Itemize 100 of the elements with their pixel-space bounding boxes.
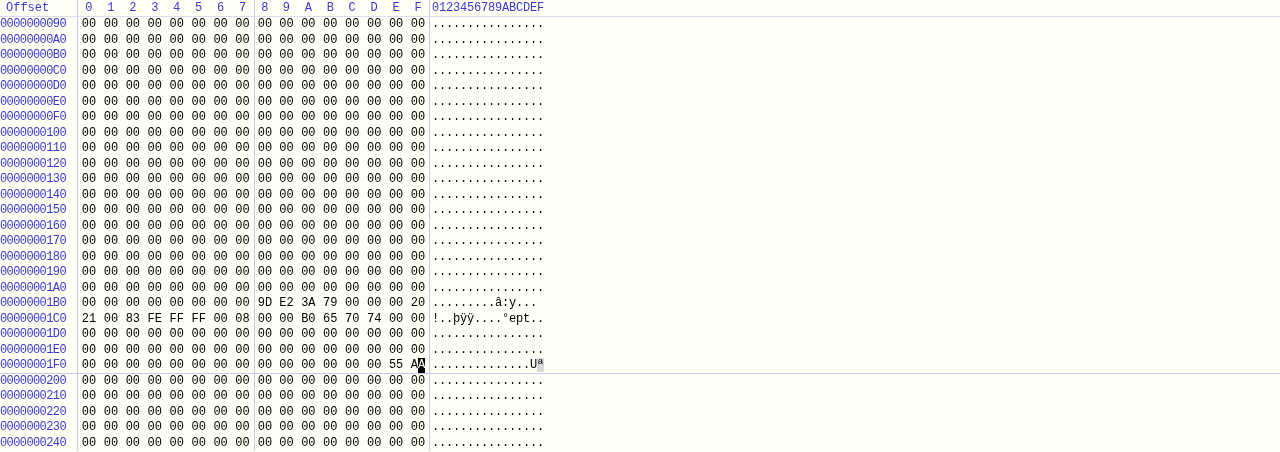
byte-cell[interactable]: 00	[99, 389, 122, 405]
byte-cell[interactable]: 00	[253, 435, 276, 451]
byte-cell[interactable]: 00	[78, 404, 100, 420]
byte-cell[interactable]: 00	[319, 32, 342, 48]
byte-cell[interactable]: 00	[143, 172, 166, 188]
byte-cell[interactable]: 00	[275, 32, 298, 48]
byte-cell[interactable]: 00	[319, 234, 342, 250]
byte-cell[interactable]: 00	[341, 79, 364, 95]
byte-cell[interactable]: 00	[143, 404, 166, 420]
byte-cell[interactable]: 00	[187, 327, 210, 343]
byte-cell[interactable]: E2	[275, 296, 298, 312]
byte-cell[interactable]: 00	[121, 249, 144, 265]
byte-cell[interactable]: 00	[363, 342, 386, 358]
byte-cell[interactable]: 00	[407, 280, 429, 296]
byte-cell[interactable]: 00	[143, 358, 166, 373]
byte-cell[interactable]: 00	[78, 234, 100, 250]
byte-cell[interactable]: 9D	[253, 296, 276, 312]
byte-cell[interactable]: 00	[187, 141, 210, 157]
byte-cell[interactable]: 00	[143, 327, 166, 343]
byte-cell[interactable]: 00	[385, 218, 408, 234]
byte-cell[interactable]: 00	[275, 265, 298, 281]
byte-cell[interactable]: 00	[341, 94, 364, 110]
byte-cell[interactable]: 00	[407, 17, 429, 33]
byte-cell[interactable]: 00	[341, 234, 364, 250]
byte-cell[interactable]: 00	[363, 187, 386, 203]
byte-cell[interactable]: 00	[253, 218, 276, 234]
byte-cell[interactable]: 00	[407, 63, 429, 79]
byte-cell[interactable]: 00	[253, 358, 276, 373]
byte-cell[interactable]: 00	[363, 435, 386, 451]
byte-cell[interactable]: 00	[165, 156, 188, 172]
byte-cell[interactable]: 00	[297, 203, 320, 219]
byte-cell[interactable]: 00	[385, 404, 408, 420]
byte-cell[interactable]: 00	[143, 296, 166, 312]
byte-cell[interactable]: 00	[187, 94, 210, 110]
byte-cell[interactable]: 00	[363, 110, 386, 126]
byte-cell[interactable]: 00	[165, 63, 188, 79]
byte-cell[interactable]: 00	[407, 32, 429, 48]
byte-cell[interactable]: 00	[99, 373, 122, 389]
byte-cell[interactable]: 00	[209, 234, 232, 250]
byte-cell[interactable]: 00	[297, 265, 320, 281]
byte-cell[interactable]: 00	[385, 187, 408, 203]
byte-cell[interactable]: 00	[275, 172, 298, 188]
byte-cell[interactable]: 00	[165, 125, 188, 141]
byte-cell[interactable]: 00	[363, 389, 386, 405]
byte-cell[interactable]: 00	[165, 94, 188, 110]
byte-cell[interactable]: 00	[78, 420, 100, 436]
byte-cell[interactable]: 00	[99, 327, 122, 343]
byte-cell[interactable]: 00	[275, 280, 298, 296]
byte-cell[interactable]: 00	[275, 203, 298, 219]
byte-cell[interactable]: 00	[319, 17, 342, 33]
byte-cell[interactable]: 00	[319, 435, 342, 451]
byte-cell[interactable]: 00	[297, 358, 320, 373]
byte-cell[interactable]: 00	[231, 17, 254, 33]
byte-cell[interactable]: 00	[209, 249, 232, 265]
byte-cell[interactable]: 00	[297, 373, 320, 389]
byte-cell[interactable]: 00	[275, 187, 298, 203]
byte-cell[interactable]: 00	[385, 280, 408, 296]
byte-cell[interactable]: 00	[385, 125, 408, 141]
byte-cell[interactable]: 00	[341, 342, 364, 358]
byte-cell[interactable]: 00	[231, 203, 254, 219]
byte-cell[interactable]: 00	[385, 79, 408, 95]
byte-cell[interactable]: 00	[99, 79, 122, 95]
byte-cell[interactable]: 70	[341, 311, 364, 327]
byte-cell[interactable]: 00	[209, 435, 232, 451]
byte-cell[interactable]: 00	[231, 249, 254, 265]
byte-cell[interactable]: 00	[187, 110, 210, 126]
byte-cell[interactable]: 00	[165, 327, 188, 343]
byte-cell[interactable]: 00	[341, 125, 364, 141]
byte-cell[interactable]: 00	[253, 63, 276, 79]
byte-cell[interactable]: 00	[165, 358, 188, 373]
byte-cell[interactable]: 00	[253, 373, 276, 389]
byte-cell[interactable]: 00	[297, 435, 320, 451]
byte-cell[interactable]: 08	[231, 311, 254, 327]
byte-cell[interactable]: 00	[231, 280, 254, 296]
byte-cell[interactable]: 00	[165, 280, 188, 296]
byte-cell[interactable]: 00	[231, 296, 254, 312]
byte-cell[interactable]: 00	[231, 404, 254, 420]
byte-cell[interactable]: 00	[275, 327, 298, 343]
byte-cell[interactable]: 00	[209, 280, 232, 296]
byte-cell[interactable]: FE	[143, 311, 166, 327]
byte-cell[interactable]: 00	[99, 63, 122, 79]
byte-cell[interactable]: 00	[121, 389, 144, 405]
byte-cell[interactable]: 00	[99, 172, 122, 188]
byte-cell[interactable]: 00	[121, 218, 144, 234]
byte-cell[interactable]: 00	[363, 203, 386, 219]
byte-cell[interactable]: 00	[165, 296, 188, 312]
byte-cell[interactable]: 00	[209, 420, 232, 436]
byte-cell[interactable]: 00	[253, 327, 276, 343]
byte-cell[interactable]: 00	[78, 17, 100, 33]
byte-cell[interactable]: 00	[78, 203, 100, 219]
byte-cell[interactable]: 00	[209, 110, 232, 126]
byte-cell[interactable]: 00	[275, 389, 298, 405]
byte-cell[interactable]: 00	[385, 296, 408, 312]
byte-cell[interactable]: 00	[407, 249, 429, 265]
byte-cell[interactable]: 00	[121, 94, 144, 110]
byte-cell[interactable]: 00	[341, 218, 364, 234]
byte-cell[interactable]: 00	[121, 296, 144, 312]
byte-cell[interactable]: 00	[187, 435, 210, 451]
byte-cell[interactable]: 00	[341, 389, 364, 405]
byte-cell[interactable]: 00	[297, 234, 320, 250]
